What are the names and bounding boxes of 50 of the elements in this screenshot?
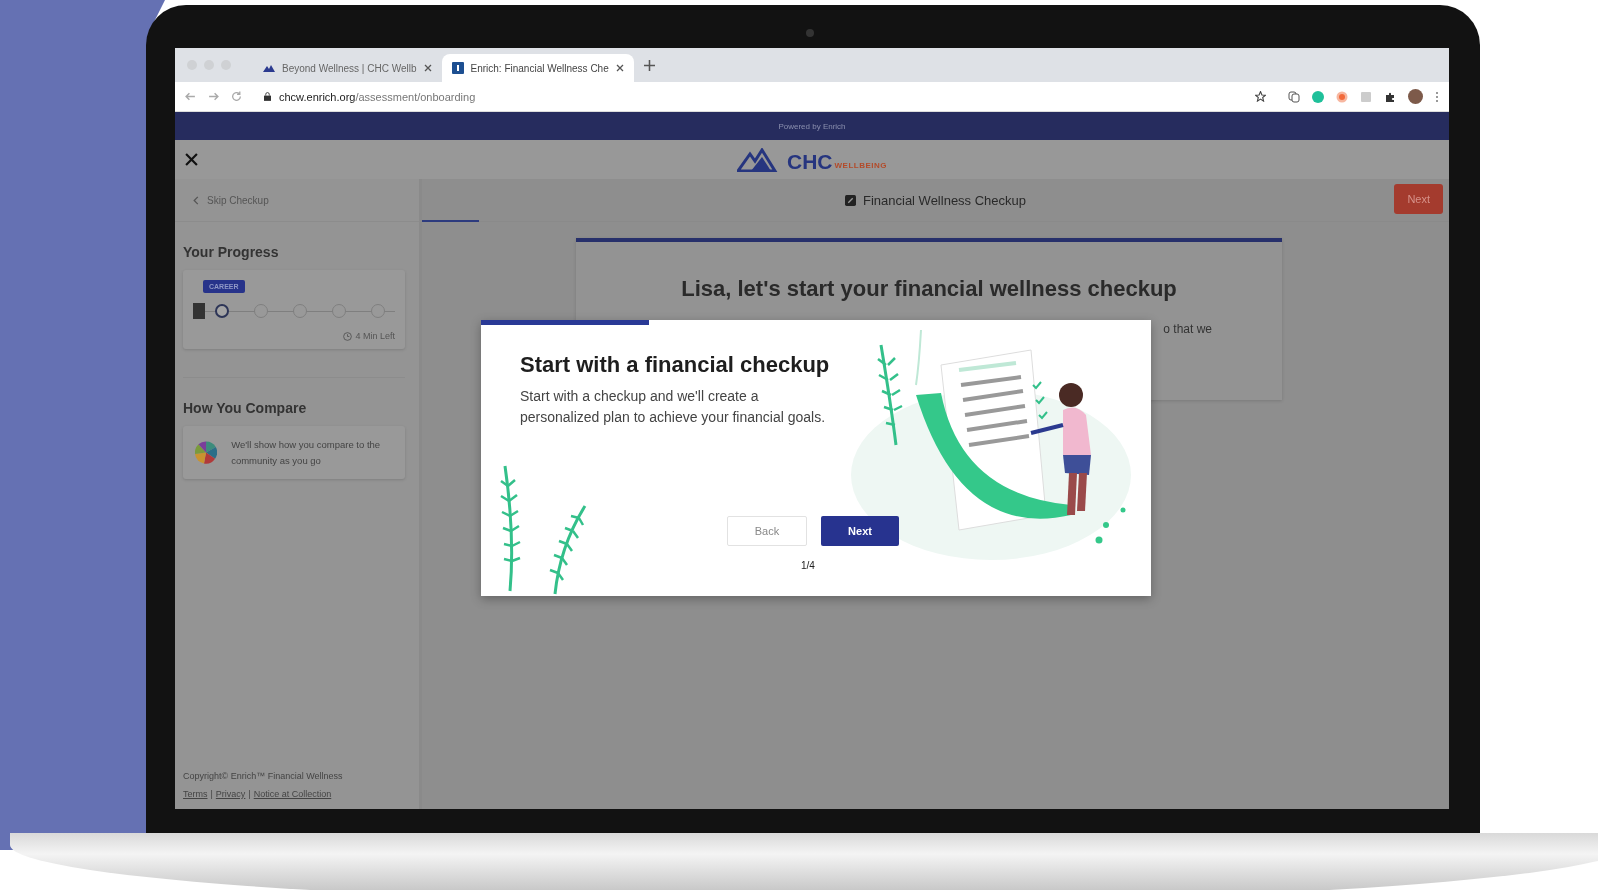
logo-text: CHC <box>787 150 833 172</box>
close-icon[interactable] <box>185 153 198 166</box>
link-separator: | <box>210 789 213 799</box>
star-icon[interactable] <box>1255 91 1266 102</box>
close-icon[interactable] <box>423 64 432 72</box>
chevron-left-icon <box>193 195 199 205</box>
back-button[interactable]: Back <box>727 516 807 546</box>
dialog-text: Start with a checkup and we'll create a personalized plan to achieve your financial goals. <box>520 387 827 427</box>
footer-link[interactable]: Terms <box>183 789 208 799</box>
extension-icon[interactable] <box>1288 90 1300 103</box>
link-separator: | <box>248 789 251 799</box>
copyright-text: Copyright© Enrich™ Financial Wellness <box>183 771 344 781</box>
browser-tab[interactable]: Beyond Wellness | CHC Wellb <box>253 54 442 82</box>
back-arrow-icon[interactable] <box>185 91 196 102</box>
extension-icon[interactable] <box>1312 90 1324 103</box>
avatar-icon[interactable] <box>1408 89 1423 104</box>
clipboard-icon <box>844 194 856 206</box>
extension-icon[interactable] <box>1336 90 1348 103</box>
compare-text: We'll show how you compare to the community as you go <box>231 438 382 468</box>
new-tab-icon[interactable] <box>643 59 655 71</box>
next-button[interactable]: Next <box>1394 184 1443 214</box>
section-title: Your Progress <box>183 244 280 260</box>
powered-by-text: Powered by Enrich <box>778 121 846 131</box>
clock-icon <box>343 331 353 341</box>
footer-link[interactable]: Notice at Collection <box>253 789 332 799</box>
url-path: /assessment/onboarding <box>355 90 476 103</box>
favicon-icon <box>451 62 464 74</box>
card-text: o that we <box>1163 322 1212 336</box>
puzzle-icon[interactable] <box>1384 90 1396 103</box>
dialog-title: Start with a financial checkup <box>520 352 830 378</box>
next-button[interactable]: Next <box>821 516 899 546</box>
page-title: Financial Wellness Checkup <box>862 192 1027 208</box>
lock-icon <box>264 92 271 101</box>
close-icon[interactable] <box>615 64 624 72</box>
tab-title: Enrich: Financial Wellness Che <box>470 62 609 74</box>
tab-title: Beyond Wellness | CHC Wellb <box>282 62 417 74</box>
forward-arrow-icon[interactable] <box>208 91 219 102</box>
logo-subtext: WELLBEING <box>834 160 887 170</box>
menu-icon[interactable] <box>1435 90 1439 103</box>
reload-icon[interactable] <box>231 91 242 102</box>
page-counter: 1/4 <box>801 560 815 571</box>
section-title: How You Compare <box>183 400 308 416</box>
skip-checkup-link[interactable]: Skip Checkup <box>207 194 269 206</box>
tab-indicator <box>422 220 479 222</box>
browser-tab[interactable]: Enrich: Financial Wellness Che <box>441 54 634 82</box>
camera-dot <box>806 29 814 37</box>
footer-link[interactable]: Privacy <box>215 789 246 799</box>
extension-icon[interactable] <box>1360 90 1372 103</box>
url-host: chcw.enrich.org <box>279 90 356 103</box>
card-heading: Lisa, let's start your financial wellness checkup <box>680 276 1178 302</box>
